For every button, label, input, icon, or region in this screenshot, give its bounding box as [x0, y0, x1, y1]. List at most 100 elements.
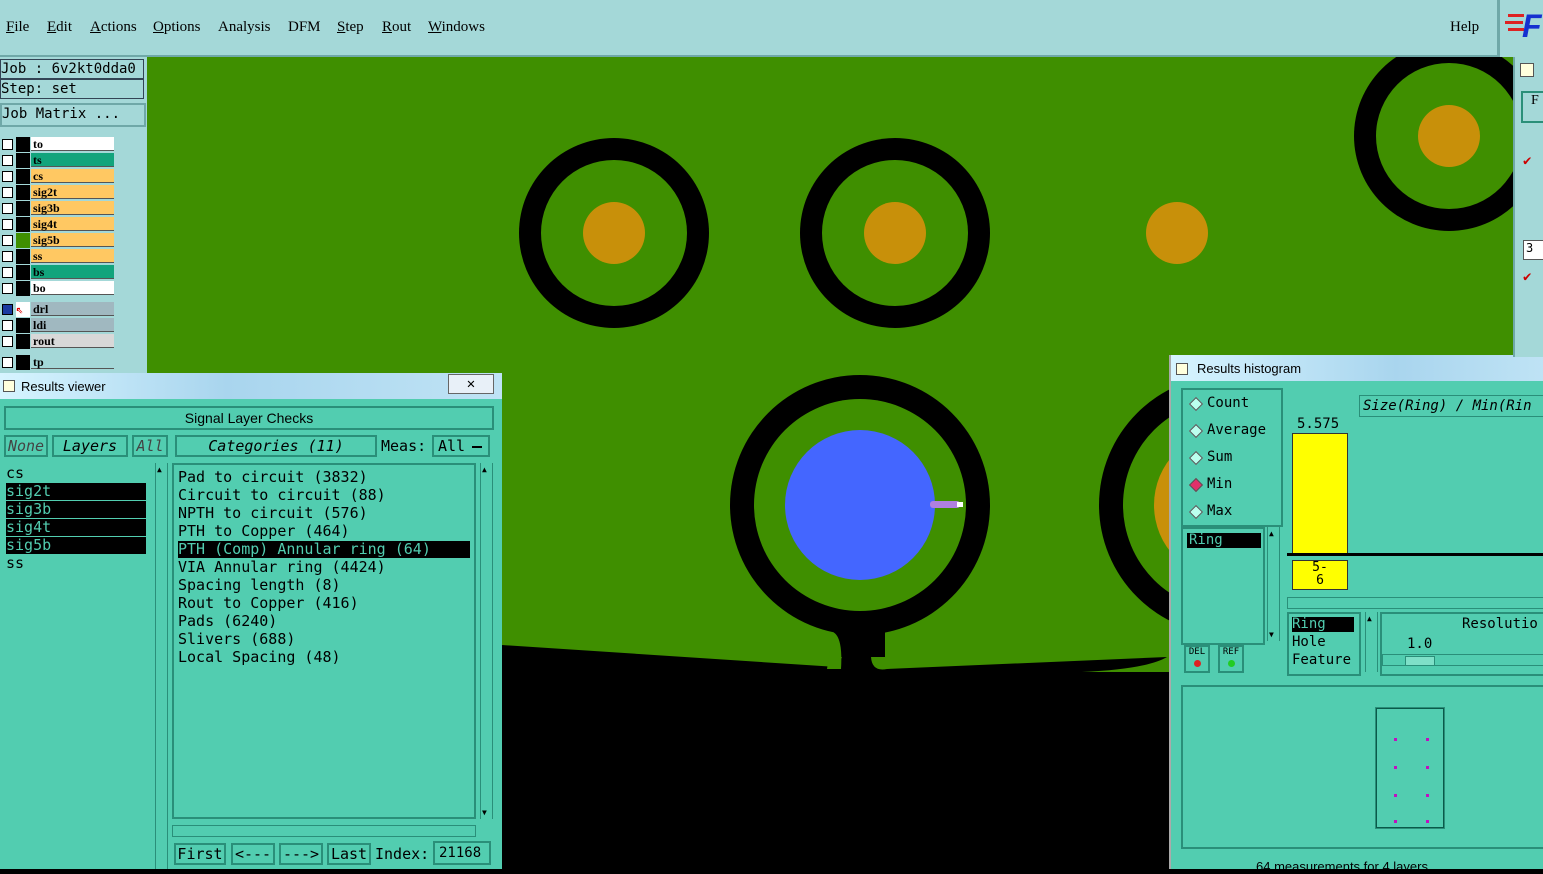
menu-file[interactable]: File — [6, 19, 29, 36]
layer-name[interactable]: rout — [31, 334, 114, 348]
category-item[interactable]: PTH (Comp) Annular ring (64) — [178, 541, 470, 558]
layer-name[interactable]: drl — [31, 302, 114, 316]
slider-thumb[interactable] — [1405, 656, 1435, 666]
menu-options[interactable]: Options — [153, 19, 201, 36]
ref-button[interactable]: REF — [1218, 645, 1244, 673]
layer-name[interactable]: sig3b — [31, 201, 114, 215]
layer-row-ss[interactable]: ss — [0, 249, 116, 264]
next-button[interactable]: ---> — [279, 843, 323, 865]
layer-swatch[interactable] — [16, 265, 30, 280]
meas-dropdown[interactable]: All — [432, 435, 490, 457]
layer-row-sig5b[interactable]: sig5b — [0, 233, 116, 248]
scroll-up-icon[interactable]: ▲ — [1367, 614, 1372, 623]
menu-help[interactable]: Help — [1450, 19, 1479, 36]
layer-swatch[interactable] — [16, 201, 30, 216]
scroll-down-icon[interactable]: ▼ — [482, 808, 487, 817]
layer-row-ts[interactable]: ts — [0, 153, 116, 168]
layer-name[interactable]: tp — [31, 355, 114, 369]
category-item[interactable]: Pads (6240) — [178, 613, 470, 630]
layer-results-list[interactable]: cs sig2t sig3b sig4t sig5b ss — [2, 463, 152, 869]
last-button[interactable]: Last — [327, 843, 371, 865]
layer-row-tp[interactable]: tp — [0, 355, 116, 370]
category-item[interactable]: PTH to Copper (464) — [178, 523, 470, 540]
histogram-list-scrollbar[interactable]: ▲ ▼ — [1267, 527, 1280, 641]
menu-step[interactable]: Step — [337, 19, 364, 36]
layer-list-item[interactable]: sig3b — [6, 501, 146, 518]
resolution-slider[interactable] — [1382, 654, 1543, 666]
layer-name[interactable]: bo — [31, 281, 114, 295]
histogram-list[interactable]: Ring — [1181, 527, 1265, 645]
radio-count[interactable] — [1188, 396, 1204, 412]
layer-checkbox[interactable] — [2, 203, 13, 214]
menu-dfm[interactable]: DFM — [288, 19, 321, 36]
layer-row-cs[interactable]: cs — [0, 169, 116, 184]
index-input[interactable]: 21168 — [433, 841, 491, 865]
category-item[interactable]: Circuit to circuit (88) — [178, 487, 470, 504]
layer-name[interactable]: sig5b — [31, 233, 114, 247]
layer-row-bs[interactable]: bs — [0, 265, 116, 280]
edge-input[interactable]: 3 — [1523, 240, 1543, 260]
radio-sum[interactable] — [1188, 450, 1204, 466]
edge-button[interactable]: F — [1521, 91, 1543, 123]
layer-list-item[interactable]: sig4t — [6, 519, 146, 536]
category-list[interactable]: Pad to circuit (3832) Circuit to circuit … — [172, 463, 476, 819]
histogram-bar[interactable] — [1292, 433, 1348, 555]
histogram-titlebar[interactable]: Results histogram — [1171, 355, 1543, 381]
layer-swatch[interactable] — [16, 281, 30, 296]
del-button[interactable]: DEL — [1184, 645, 1210, 673]
layer-swatch[interactable] — [16, 318, 30, 333]
category-item[interactable]: NPTH to circuit (576) — [178, 505, 470, 522]
layer-checkbox[interactable] — [2, 267, 13, 278]
radio-max[interactable] — [1188, 504, 1204, 520]
layer-checkbox[interactable] — [2, 155, 13, 166]
layer-name[interactable]: bs — [31, 265, 114, 279]
scroll-up-icon[interactable]: ▲ — [1269, 529, 1274, 538]
category-item[interactable]: Rout to Copper (416) — [178, 595, 470, 612]
layer-name[interactable]: sig2t — [31, 185, 114, 199]
layer-swatch[interactable] — [16, 185, 30, 200]
field-list-scrollbar[interactable]: ▲ — [1365, 612, 1378, 672]
layer-name[interactable]: ts — [31, 153, 114, 167]
categories-button[interactable]: Categories (11) — [175, 435, 377, 457]
layer-list-item[interactable]: ss — [6, 555, 146, 572]
category-list-scrollbar[interactable]: ▲ ▼ — [480, 463, 493, 819]
field-list[interactable]: Ring Hole Feature — [1287, 612, 1361, 676]
layer-checkbox[interactable] — [2, 139, 13, 150]
layer-row-sig2t[interactable]: sig2t — [0, 185, 116, 200]
layer-name[interactable]: sig4t — [31, 217, 114, 231]
category-item[interactable]: Local Spacing (48) — [178, 649, 470, 666]
category-item[interactable]: Pad to circuit (3832) — [178, 469, 470, 486]
category-item[interactable]: Spacing length (8) — [178, 577, 470, 594]
first-button[interactable]: First — [174, 843, 226, 865]
job-matrix-button[interactable]: Job Matrix ... — [0, 103, 146, 127]
menu-rout[interactable]: Rout — [382, 19, 411, 36]
close-icon[interactable]: ✕ — [448, 374, 494, 394]
layer-swatch[interactable] — [16, 355, 30, 370]
layer-checkbox[interactable] — [2, 171, 13, 182]
layer-checkbox[interactable] — [2, 219, 13, 230]
layer-name[interactable]: to — [31, 137, 114, 151]
category-item[interactable]: Slivers (688) — [178, 631, 470, 648]
layer-checkbox[interactable] — [2, 235, 13, 246]
menu-windows[interactable]: Windows — [428, 19, 485, 36]
layer-name[interactable]: cs — [31, 169, 114, 183]
layer-row-drl[interactable]: ⇖ drl — [0, 302, 116, 317]
results-viewer-titlebar[interactable]: Results viewer ✕ — [0, 373, 502, 399]
layer-list-item[interactable]: sig5b — [6, 537, 146, 554]
scroll-up-icon[interactable]: ▲ — [157, 465, 162, 474]
field-item[interactable]: Feature — [1292, 653, 1354, 668]
layer-name[interactable]: ldi — [31, 318, 114, 332]
layer-row-sig4t[interactable]: sig4t — [0, 217, 116, 232]
list-item-ring[interactable]: Ring — [1187, 533, 1261, 548]
layer-checkbox[interactable] — [2, 251, 13, 262]
scroll-up-icon[interactable]: ▲ — [482, 465, 487, 474]
category-item[interactable]: VIA Annular ring (4424) — [178, 559, 470, 576]
radio-min[interactable] — [1188, 477, 1204, 493]
layer-checkbox[interactable] — [2, 283, 13, 294]
layer-row-sig3b[interactable]: sig3b — [0, 201, 116, 216]
layer-row-to[interactable]: to — [0, 137, 116, 152]
layer-list-item[interactable]: sig2t — [6, 483, 146, 500]
layer-list-item[interactable]: cs — [6, 465, 146, 482]
layer-row-bo[interactable]: bo — [0, 281, 116, 296]
field-item[interactable]: Hole — [1292, 635, 1354, 650]
